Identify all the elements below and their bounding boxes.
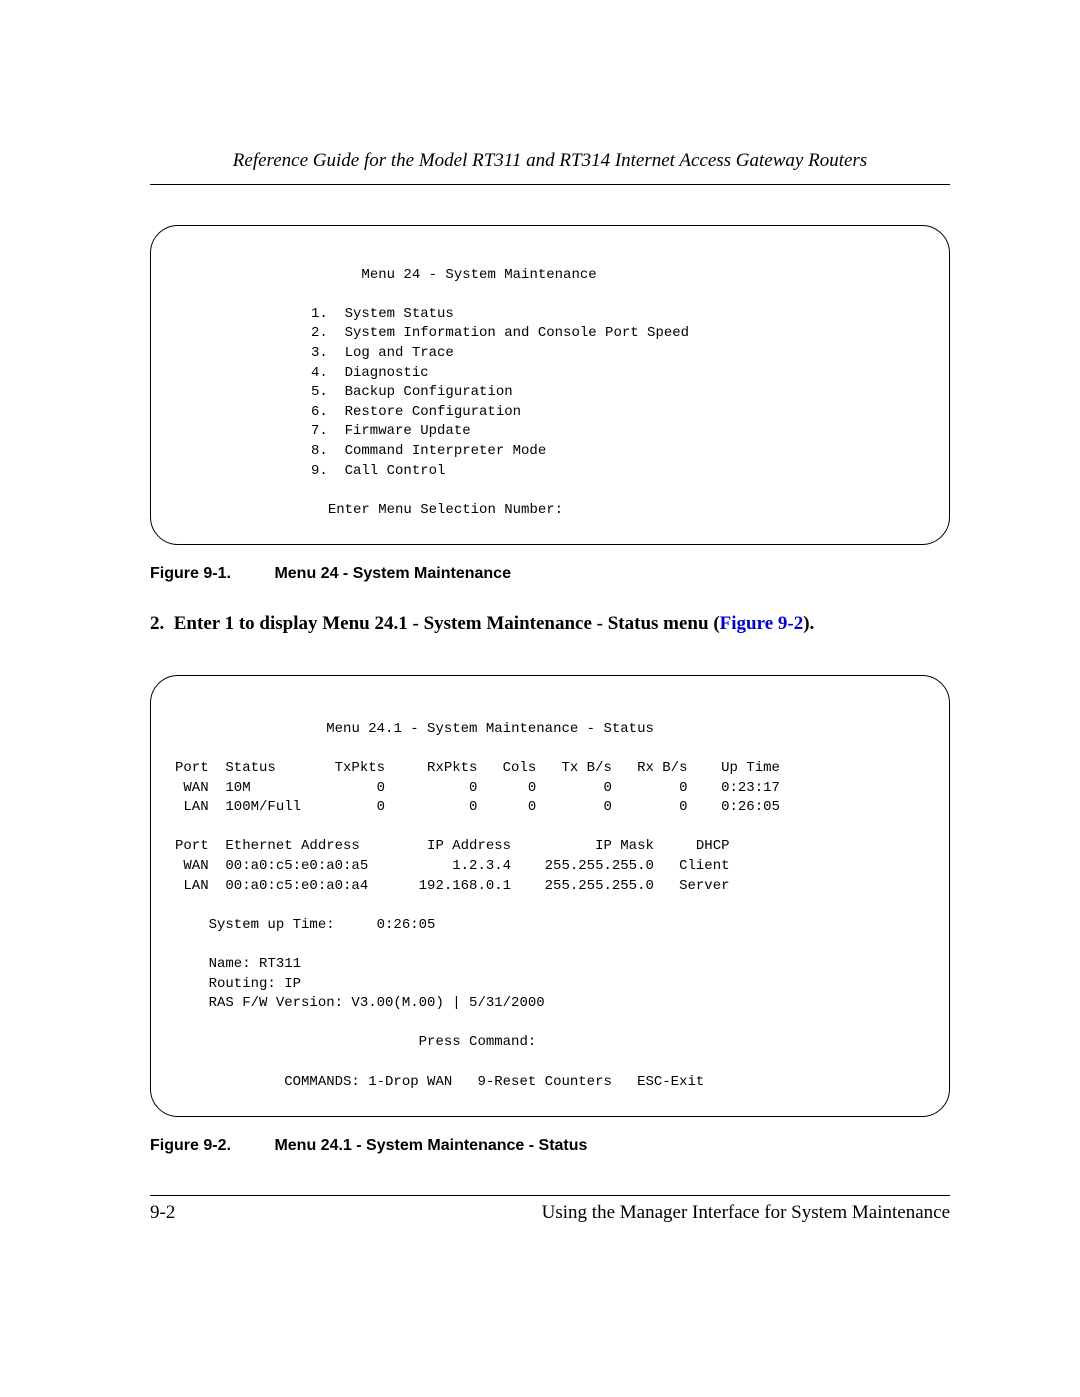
menu24-item: 5. Backup Configuration xyxy=(311,384,513,400)
figure-link[interactable]: Figure 9-2 xyxy=(720,613,804,634)
status-row-wan: WAN 10M 0 0 0 0 0 0:23:17 xyxy=(175,780,780,796)
terminal-menu-24-1: Menu 24.1 - System Maintenance - Status … xyxy=(150,675,950,1117)
figure-number: Figure 9-2. xyxy=(150,1137,270,1155)
page-number: 9-2 xyxy=(150,1202,175,1224)
system-ras: RAS F/W Version: V3.00(M.00) | 5/31/2000 xyxy=(175,995,545,1011)
page-footer: 9-2 Using the Manager Interface for Syst… xyxy=(150,1195,950,1224)
step-text-b: ). xyxy=(803,613,814,634)
figure-title: Menu 24 - System Maintenance xyxy=(274,565,511,582)
menu24-item: 3. Log and Trace xyxy=(311,345,454,361)
system-routing: Routing: IP xyxy=(175,976,301,992)
menu24-item: 1. System Status xyxy=(311,306,454,322)
menu24-title: Menu 24 - System Maintenance xyxy=(311,267,597,283)
figure-number: Figure 9-1. xyxy=(150,565,270,583)
running-header: Reference Guide for the Model RT311 and … xyxy=(150,150,950,172)
figure-title: Menu 24.1 - System Maintenance - Status xyxy=(274,1137,587,1154)
figure-caption-2: Figure 9-2. Menu 24.1 - System Maintenan… xyxy=(150,1137,950,1155)
menu24-item: 4. Diagnostic xyxy=(311,365,429,381)
addr-table-header: Port Ethernet Address IP Address IP Mask… xyxy=(175,838,730,854)
header-rule xyxy=(150,184,950,185)
addr-row-lan: LAN 00:a0:c5:e0:a0:a4 192.168.0.1 255.25… xyxy=(175,878,730,894)
menu24-item: 9. Call Control xyxy=(311,463,445,479)
status-table-header: Port Status TxPkts RxPkts Cols Tx B/s Rx… xyxy=(175,760,780,776)
terminal-menu-24: Menu 24 - System Maintenance 1. System S… xyxy=(150,225,950,545)
chapter-title: Using the Manager Interface for System M… xyxy=(542,1202,950,1224)
step-text-a: Enter 1 to display Menu 24.1 - System Ma… xyxy=(174,613,720,634)
page-content: Reference Guide for the Model RT311 and … xyxy=(0,0,1080,1284)
status-row-lan: LAN 100M/Full 0 0 0 0 0 0:26:05 xyxy=(175,799,780,815)
press-command: Press Command: xyxy=(175,1034,536,1050)
commands-line: COMMANDS: 1-Drop WAN 9-Reset Counters ES… xyxy=(175,1074,704,1090)
menu241-title: Menu 24.1 - System Maintenance - Status xyxy=(175,721,654,737)
step-2: 2. Enter 1 to display Menu 24.1 - System… xyxy=(150,613,950,635)
system-uptime: System up Time: 0:26:05 xyxy=(175,917,435,933)
menu24-item: 2. System Information and Console Port S… xyxy=(311,325,689,341)
step-number: 2. xyxy=(150,613,164,634)
menu24-item: 7. Firmware Update xyxy=(311,423,471,439)
footer-rule xyxy=(150,1195,950,1196)
figure-caption-1: Figure 9-1. Menu 24 - System Maintenance xyxy=(150,565,950,583)
system-name: Name: RT311 xyxy=(175,956,301,972)
menu24-item: 6. Restore Configuration xyxy=(311,404,521,420)
menu24-item: 8. Command Interpreter Mode xyxy=(311,443,546,459)
addr-row-wan: WAN 00:a0:c5:e0:a0:a5 1.2.3.4 255.255.25… xyxy=(175,858,730,874)
menu24-prompt: Enter Menu Selection Number: xyxy=(311,502,563,518)
